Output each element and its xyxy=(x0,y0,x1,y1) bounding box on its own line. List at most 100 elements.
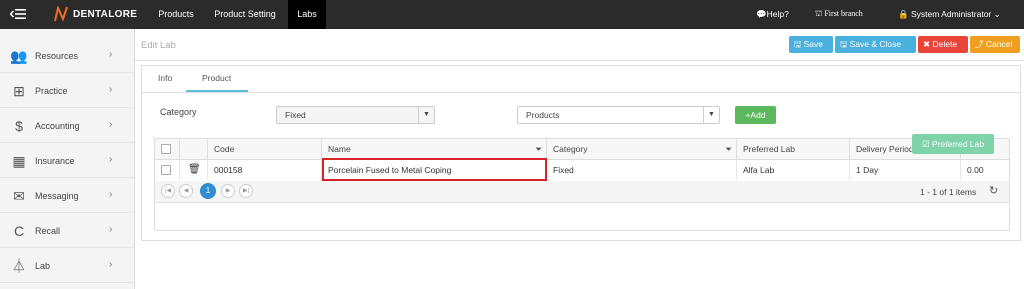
refresh-icon[interactable]: ↻ xyxy=(989,184,998,197)
chevron-right-icon: › xyxy=(109,154,113,165)
actions-header xyxy=(180,139,208,159)
sidebar-item-practice[interactable]: ⊞ Practice › xyxy=(0,74,134,108)
products-value: Products xyxy=(526,110,560,120)
recall-icon: C xyxy=(13,223,25,239)
main-content: Edit Lab 🖫 Save 🖫 Save & Close ✖ Delete … xyxy=(135,29,1024,289)
first-page-icon[interactable]: |◀ xyxy=(161,184,175,198)
save-icon: 🖫 xyxy=(840,39,850,49)
filter-icon[interactable]: ⏷ xyxy=(535,139,542,159)
category-label: Category xyxy=(160,107,197,117)
nav-labs[interactable]: Labs xyxy=(288,0,326,29)
branch-selector[interactable]: ⛫ First branch xyxy=(815,9,863,19)
pager: |◀ ◀ 1 ▶ ▶| 1 - 1 of 1 items ↻ xyxy=(155,181,1009,203)
edit-panel: Info Product Category Fixed ▼ Products ▼… xyxy=(141,65,1021,241)
sidebar-item-accounting[interactable]: $ Accounting › xyxy=(0,109,134,143)
user-name: System Administrator xyxy=(910,9,992,19)
preferred-lab-button[interactable]: ☑ Preferred Lab xyxy=(912,134,994,154)
trash-icon[interactable]: 🗑 xyxy=(180,160,208,180)
save-label: Save xyxy=(803,39,823,49)
save-close-button[interactable]: 🖫 Save & Close xyxy=(835,36,916,53)
help-icon: 💬 xyxy=(756,9,767,19)
user-menu[interactable]: 🔒 System Administrator ⌄ xyxy=(898,9,1001,20)
sidebar-item-label: Insurance xyxy=(35,156,75,166)
top-bar: DENTALORE Products Product Setting Labs … xyxy=(0,0,1024,29)
nav-product-setting[interactable]: Product Setting xyxy=(207,0,283,29)
save-close-label: Save & Close xyxy=(849,39,902,49)
sidebar-item-lab[interactable]: ⏃ Lab › xyxy=(0,249,134,283)
tabs-divider xyxy=(142,92,1020,93)
page-title: Edit Lab xyxy=(141,40,176,51)
chevron-right-icon: › xyxy=(109,259,113,270)
chevron-right-icon: › xyxy=(109,189,113,200)
building-icon: ▦ xyxy=(12,153,26,169)
header-preferred-lab[interactable]: Preferred Lab xyxy=(737,139,850,159)
help-label: Help? xyxy=(766,9,789,19)
chevron-right-icon: › xyxy=(109,49,113,60)
cell-price: 0.00 xyxy=(967,165,984,175)
check-icon: ☑ xyxy=(922,139,932,149)
sidebar-item-recall[interactable]: C Recall › xyxy=(0,214,134,248)
add-button[interactable]: +Add xyxy=(735,106,776,124)
chevron-right-icon: › xyxy=(109,224,113,235)
sidebar-item-insurance[interactable]: ▦ Insurance › xyxy=(0,144,134,178)
select-all-header xyxy=(155,139,180,159)
sidebar-item-label: Recall xyxy=(35,226,61,236)
sidebar-item-label: Lab xyxy=(35,261,51,271)
delete-button[interactable]: ✖ Delete xyxy=(918,36,968,53)
caret-down-icon: ▼ xyxy=(418,107,434,123)
sidebar-item-label: Practice xyxy=(35,86,68,96)
cell-category: Fixed xyxy=(547,160,737,180)
envelope-icon: ✉ xyxy=(13,188,25,204)
cancel-button[interactable]: ⤴ Cancel xyxy=(970,36,1020,53)
chevron-right-icon: › xyxy=(109,119,113,130)
users-icon: 👥 xyxy=(10,48,28,64)
save-button[interactable]: 🖫 Save xyxy=(789,36,833,53)
sidebar-item-label: Accounting xyxy=(35,121,80,131)
pager-info: 1 - 1 of 1 items xyxy=(920,187,977,197)
highlight-box xyxy=(322,158,547,181)
row-checkbox-cell xyxy=(155,160,180,180)
header-category[interactable]: Category ⏷ xyxy=(547,139,737,159)
help-link[interactable]: 💬Help? xyxy=(756,9,789,20)
sidebar-item-resources[interactable]: 👥 Resources › xyxy=(0,39,134,73)
tab-info[interactable]: Info xyxy=(158,73,172,83)
sidebar-item-messaging[interactable]: ✉ Messaging › xyxy=(0,179,134,213)
prev-page-icon[interactable]: ◀ xyxy=(179,184,193,198)
header-name[interactable]: Name ⏷ xyxy=(322,139,547,159)
cell-code: 000158 xyxy=(208,160,322,180)
undo-icon: ⤴ xyxy=(975,39,986,49)
divider xyxy=(135,60,1024,61)
flask-icon: ⏃ xyxy=(12,258,26,274)
cell-preferred-lab: Alfa Lab xyxy=(737,160,850,180)
select-all-checkbox[interactable] xyxy=(161,144,171,154)
nav-products[interactable]: Products xyxy=(150,0,202,29)
filter-icon[interactable]: ⏷ xyxy=(725,139,732,159)
cell-delivery-period: 1 Day xyxy=(850,160,961,180)
header-category-label: Category xyxy=(553,144,588,154)
last-page-icon[interactable]: ▶| xyxy=(239,184,253,198)
caret-down-icon: ▼ xyxy=(703,107,719,123)
page-number[interactable]: 1 xyxy=(200,183,216,199)
chevron-right-icon: › xyxy=(109,84,113,95)
chevron-down-icon: ⌄ xyxy=(991,9,1001,19)
delete-label: Delete xyxy=(932,39,958,49)
brand-name: DENTALORE xyxy=(73,9,138,20)
branch-icon: ⛫ xyxy=(815,9,825,18)
sidebar: 👥 Resources › ⊞ Practice › $ Accounting … xyxy=(0,29,135,289)
header-code[interactable]: Code xyxy=(208,139,322,159)
save-icon: 🖫 xyxy=(794,39,804,49)
next-page-icon[interactable]: ▶ xyxy=(221,184,235,198)
products-grid: Code Name ⏷ Category ⏷ Preferred Lab Deliv… xyxy=(154,138,1010,231)
products-select[interactable]: Products ▼ xyxy=(517,106,720,124)
logo-icon xyxy=(54,6,68,22)
cancel-label: Cancel xyxy=(985,39,1013,49)
row-checkbox[interactable] xyxy=(161,165,171,175)
category-value: Fixed xyxy=(285,110,306,120)
sidebar-item-label: Messaging xyxy=(35,191,79,201)
tab-product[interactable]: Product xyxy=(202,73,231,83)
medkit-icon: ⊞ xyxy=(13,83,25,99)
header-name-label: Name xyxy=(328,144,351,154)
menu-toggle-icon[interactable] xyxy=(10,8,26,20)
sidebar-item-label: Resources xyxy=(35,51,79,61)
category-select[interactable]: Fixed ▼ xyxy=(276,106,435,124)
